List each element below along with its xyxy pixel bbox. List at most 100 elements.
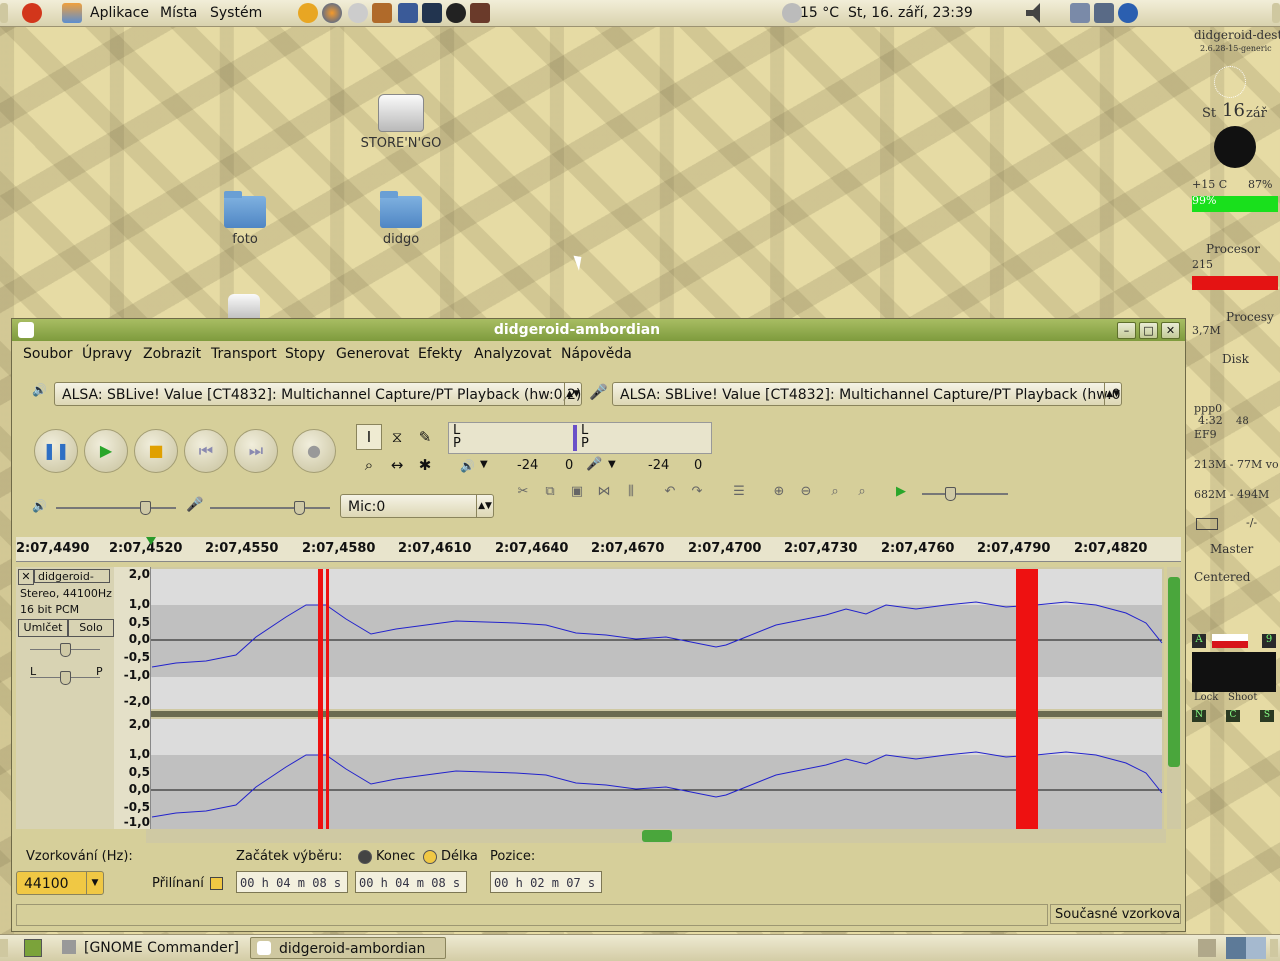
multi-tool[interactable]: ✱ (412, 452, 438, 478)
undo-button[interactable]: ↶ (657, 480, 683, 504)
snap-checkbox[interactable] (210, 877, 223, 890)
play-button[interactable]: ▶ (84, 429, 128, 473)
menu-efekty[interactable]: Efekty (418, 346, 462, 362)
paste-button[interactable]: ▣ (564, 480, 590, 504)
menu-generovat[interactable]: Generovat (336, 346, 409, 362)
draw-tool[interactable]: ✎ (412, 424, 438, 450)
bluetooth-icon[interactable] (1118, 3, 1138, 23)
menu-soubor[interactable]: Soubor (23, 346, 73, 362)
track-pan-thumb[interactable] (60, 671, 71, 685)
menu-transport[interactable]: Transport (211, 346, 277, 362)
vertical-scrollbar[interactable] (1167, 567, 1181, 829)
end-time-field[interactable]: 00 h 04 m 08 s (355, 871, 467, 893)
start-time-field[interactable]: 00 h 04 m 08 s (236, 871, 348, 893)
play-at-speed-button[interactable]: ▶ (888, 480, 914, 504)
timeline-ruler[interactable]: 2:07,4490 2:07,4520 2:07,4550 2:07,4580 … (16, 537, 1181, 562)
record-volume-slider[interactable] (210, 507, 330, 509)
input-source-select[interactable]: Mic:0 ▲▼ (340, 494, 494, 518)
track-close-button[interactable]: ✕ (18, 569, 34, 585)
taskbar-left-arrow[interactable] (0, 939, 8, 957)
skip-start-button[interactable]: ⏮ (184, 429, 228, 473)
redo-button[interactable]: ↷ (684, 480, 710, 504)
menu-mista[interactable]: Místa (160, 5, 197, 21)
playback-volume-slider[interactable] (56, 507, 176, 509)
mute-button[interactable]: Umlčet (18, 619, 68, 637)
menu-napoveda[interactable]: Nápověda (561, 346, 632, 362)
length-radio[interactable] (423, 850, 437, 864)
playback-volume-thumb[interactable] (140, 501, 151, 515)
disc-icon[interactable] (348, 3, 368, 23)
envelope-tool[interactable]: ⧖ (384, 424, 410, 450)
window-titlebar[interactable]: didgeroid-ambordian – □ ✕ (12, 319, 1185, 341)
gk-lock[interactable]: Lock (1194, 692, 1218, 703)
chevron-down-icon[interactable]: ▼ (480, 459, 488, 470)
trim-button[interactable]: ⋈ (591, 480, 617, 504)
trash-icon[interactable] (1198, 939, 1216, 957)
vertical-scroll-thumb[interactable] (1168, 577, 1180, 767)
track-gain-thumb[interactable] (60, 643, 71, 657)
network-icon[interactable] (1070, 3, 1090, 23)
terminal-icon[interactable] (422, 3, 442, 23)
firefox-icon[interactable] (322, 3, 342, 23)
play-head-marker[interactable] (146, 537, 156, 545)
clock[interactable]: St, 16. září, 23:39 (848, 5, 973, 21)
taskbar-item-audacity[interactable]: didgeroid-ambordian (250, 937, 446, 959)
vertical-ruler[interactable]: 2,0 1,0 0,5 0,0 -0,5 -1,0 -2,0 2,0 1,0 0… (114, 567, 151, 829)
play-speed-thumb[interactable] (945, 487, 956, 501)
track-name-button[interactable]: didgeroid- (34, 569, 110, 583)
cut-button[interactable]: ✂ (510, 480, 536, 504)
fit-selection-button[interactable]: ⌕ (822, 480, 848, 504)
show-desktop-icon[interactable] (24, 939, 42, 957)
media-player-icon[interactable] (446, 3, 466, 23)
zoom-out-button[interactable]: ⊖ (793, 480, 819, 504)
skip-end-button[interactable]: ⏭ (234, 429, 278, 473)
silence-button[interactable]: ⫼ (618, 480, 644, 504)
level-meter[interactable]: L P L P (448, 422, 712, 454)
capture-device-select[interactable]: ALSA: SBLive! Value [CT4832]: Multichann… (612, 382, 1122, 406)
position-time-field[interactable]: 00 h 02 m 07 s (490, 871, 602, 893)
help-icon[interactable] (298, 3, 318, 23)
menu-analyzovat[interactable]: Analyzovat (474, 346, 551, 362)
rate-select[interactable]: 44100 ▼ (16, 871, 104, 895)
horizontal-scroll-thumb[interactable] (642, 830, 672, 842)
record-volume-thumb[interactable] (294, 501, 305, 515)
sync-lock-button[interactable]: ☰ (726, 480, 752, 504)
desktop-icon-foto[interactable]: foto (200, 191, 290, 247)
playback-device-select[interactable]: ALSA: SBLive! Value [CT4832]: Multichann… (54, 382, 582, 406)
panel-right-arrow[interactable] (1272, 3, 1280, 23)
maximize-button[interactable]: □ (1139, 322, 1158, 339)
panel-left-arrow[interactable] (0, 3, 8, 23)
desktop-icon-didgo[interactable]: didgo (356, 191, 446, 247)
pause-button[interactable]: ❚❚ (34, 429, 78, 473)
stop-button[interactable]: ■ (134, 429, 178, 473)
record-button[interactable]: ● (292, 429, 336, 473)
minimize-button[interactable]: – (1117, 322, 1136, 339)
desktop-icon-storengo[interactable]: STORE'N'GO (356, 94, 446, 151)
volume-icon[interactable] (1026, 3, 1040, 23)
play-speed-slider[interactable] (922, 493, 1008, 495)
calculator-icon[interactable] (398, 3, 418, 23)
track-area[interactable] (16, 567, 1164, 829)
waveform-svg[interactable] (16, 567, 1164, 829)
weather-temp[interactable]: 15 °C (800, 5, 839, 21)
taskbar-item-gnome-commander[interactable]: [GNOME Commander] (56, 937, 242, 959)
usb-drive-icon[interactable] (228, 294, 260, 318)
fit-project-button[interactable]: ⌕ (849, 480, 875, 504)
workspace-switcher[interactable] (1226, 937, 1266, 959)
gk-button-s[interactable]: S (1260, 710, 1274, 722)
horizontal-scrollbar[interactable] (146, 829, 1166, 843)
zoom-in-button[interactable]: ⊕ (766, 480, 792, 504)
solo-button[interactable]: Solo (68, 619, 114, 637)
end-radio[interactable] (358, 850, 372, 864)
film-icon[interactable] (470, 3, 490, 23)
menu-aplikace[interactable]: Aplikace (90, 5, 149, 21)
menu-upravy[interactable]: Úpravy (82, 346, 132, 362)
gk-button-n[interactable]: N (1192, 710, 1206, 722)
close-button[interactable]: ✕ (1161, 322, 1180, 339)
ubuntu-logo-icon[interactable] (22, 3, 42, 23)
taskbar-right-arrow[interactable] (1270, 939, 1278, 957)
zoom-tool[interactable]: ⌕ (356, 452, 382, 478)
wireless-icon[interactable] (1094, 3, 1114, 23)
guitar-icon[interactable] (372, 3, 392, 23)
gk-button-c[interactable]: C (1226, 710, 1240, 722)
